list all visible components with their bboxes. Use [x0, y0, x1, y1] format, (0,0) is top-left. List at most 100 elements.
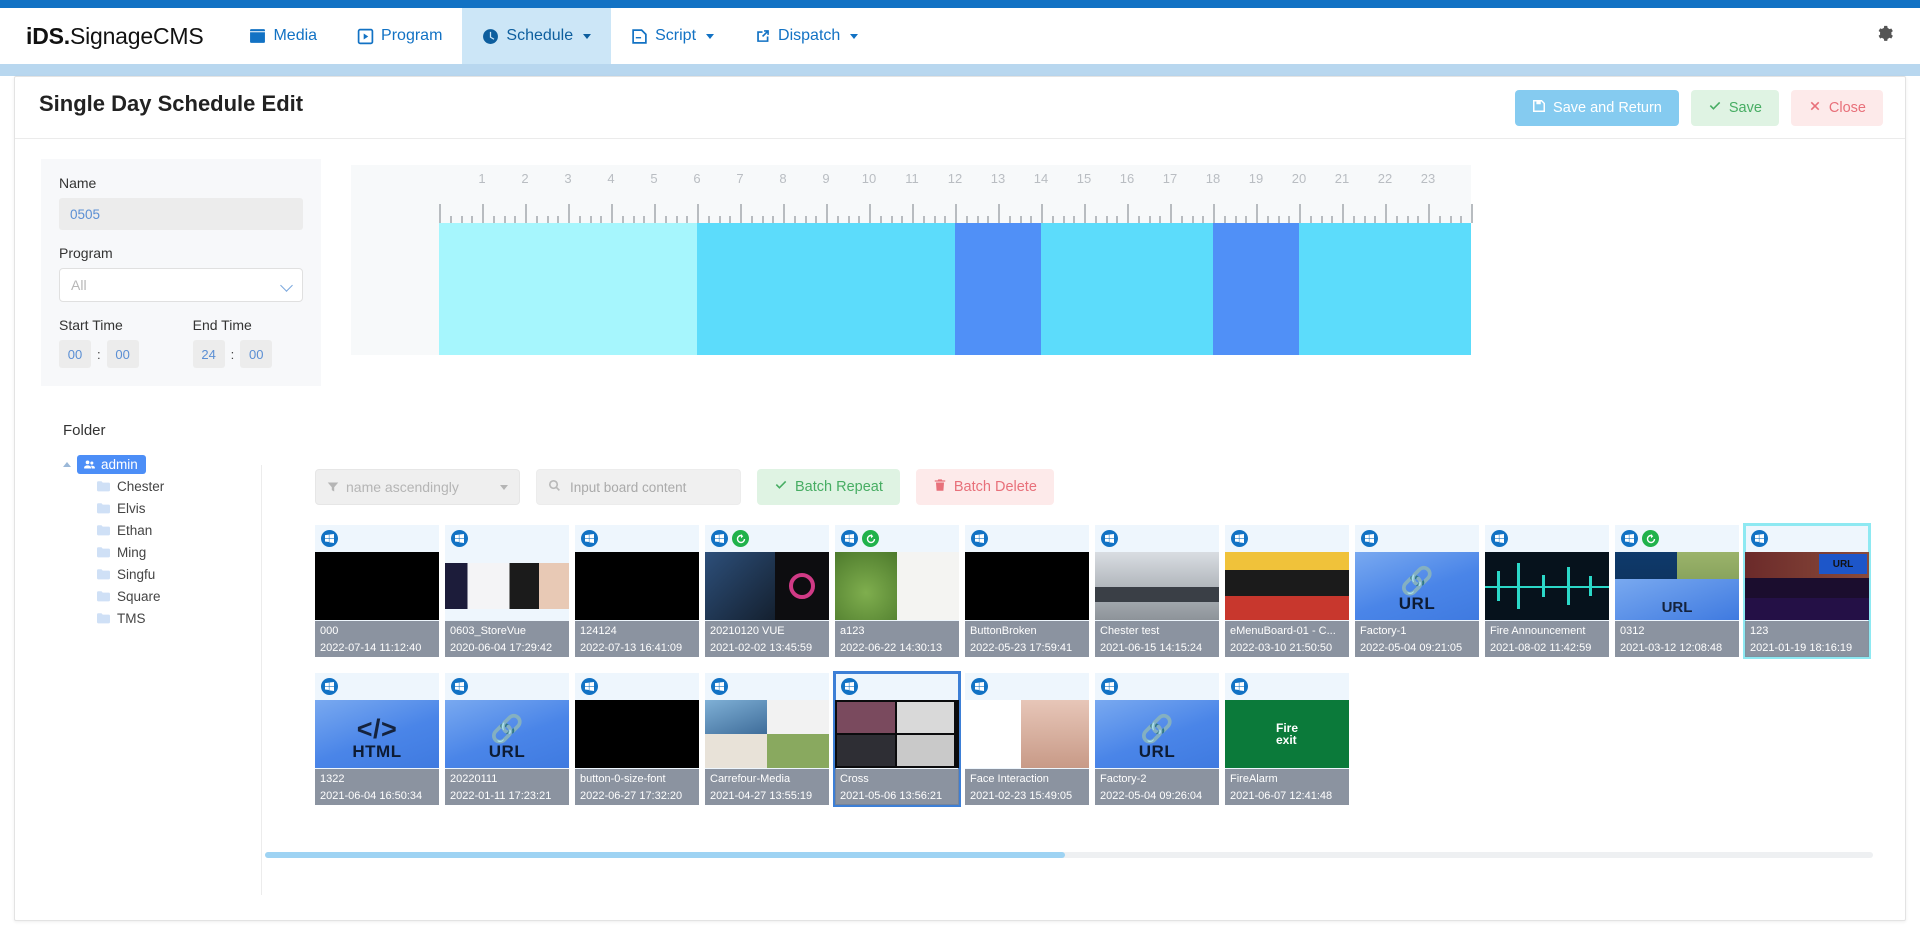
- media-thumbnail[interactable]: 0603_StoreVue2020-06-04 17:29:42: [445, 525, 569, 657]
- windows-badge-icon: [1361, 530, 1378, 547]
- batch-delete-button[interactable]: Batch Delete: [916, 469, 1054, 505]
- folder-item-admin[interactable]: admin: [77, 455, 146, 474]
- ruler-tick-minor: [1267, 216, 1269, 223]
- media-date: 2022-05-04 09:21:05: [1360, 640, 1474, 657]
- timeline-segment[interactable]: [697, 223, 955, 355]
- caret-up-icon[interactable]: [63, 462, 71, 467]
- media-icon: [249, 28, 266, 45]
- ruler-hour-label: 3: [564, 171, 571, 186]
- save-button[interactable]: Save: [1691, 90, 1779, 126]
- program-select[interactable]: All: [59, 268, 303, 302]
- timeline-segment[interactable]: [1041, 223, 1213, 355]
- timeline-segment[interactable]: [1213, 223, 1299, 355]
- program-label: Program: [59, 245, 303, 261]
- name-input[interactable]: 0505: [59, 198, 303, 230]
- media-thumbnail[interactable]: ButtonBroken2022-05-23 17:59:41: [965, 525, 1089, 657]
- folder-label-chester: Chester: [117, 479, 164, 494]
- media-thumbnail[interactable]: Fire Announcement2021-08-02 11:42:59: [1485, 525, 1609, 657]
- media-thumbnail[interactable]: Chester test2021-06-15 14:15:24: [1095, 525, 1219, 657]
- media-thumbnail[interactable]: FireexitFireAlarm2021-06-07 12:41:48: [1225, 673, 1349, 805]
- media-thumbnail[interactable]: URL03122021-03-12 12:08:48: [1615, 525, 1739, 657]
- media-thumbnail[interactable]: 1241242022-07-13 16:41:09: [575, 525, 699, 657]
- media-thumbnail[interactable]: a1232022-06-22 14:30:13: [835, 525, 959, 657]
- media-thumbnail[interactable]: 🔗URLFactory-12022-05-04 09:21:05: [1355, 525, 1479, 657]
- brand-logo[interactable]: iDS.SignageCMS: [0, 8, 229, 64]
- ruler-tick-minor: [686, 216, 688, 223]
- ruler-tick-minor: [848, 216, 850, 223]
- media-thumbnail[interactable]: Carrefour-Media2021-04-27 13:55:19: [705, 673, 829, 805]
- folder-item-ming[interactable]: Ming: [63, 543, 273, 561]
- folder-item-singfu[interactable]: Singfu: [63, 565, 273, 583]
- folder-icon: [97, 569, 110, 580]
- media-date: 2021-03-12 12:08:48: [1620, 640, 1734, 657]
- end-hour-input[interactable]: 24: [193, 340, 225, 368]
- ruler-tick-minor: [837, 216, 839, 223]
- ruler-hour-label: 14: [1034, 171, 1048, 186]
- horizontal-scrollbar-track[interactable]: [265, 852, 1873, 858]
- timeline-segment[interactable]: [1299, 223, 1471, 355]
- end-minute-input[interactable]: 00: [240, 340, 272, 368]
- media-thumbnail[interactable]: 🔗URLFactory-22022-05-04 09:26:04: [1095, 673, 1219, 805]
- media-thumbnail-meta: Chester test2021-06-15 14:15:24: [1095, 621, 1219, 657]
- media-thumbnail[interactable]: 🔗URL202201112022-01-11 17:23:21: [445, 673, 569, 805]
- folder-label-square: Square: [117, 589, 161, 604]
- ruler-tick-minor: [1138, 216, 1140, 223]
- save-label: Save: [1729, 100, 1762, 116]
- main-navbar: iDS.SignageCMS Media Program Schedule: [0, 8, 1920, 64]
- ruler-tick-minor: [815, 216, 817, 223]
- folder-tree-root-row[interactable]: admin: [63, 455, 273, 473]
- timeline-segment[interactable]: [955, 223, 1041, 355]
- folder-label-admin: admin: [101, 457, 138, 472]
- ruler-tick-major: [998, 204, 1000, 223]
- timeline[interactable]: 1234567891011121314151617181920212223: [351, 165, 1471, 357]
- ruler-tick-minor: [1063, 216, 1065, 223]
- media-thumbnail[interactable]: URL1232021-01-19 18:16:19: [1745, 525, 1869, 657]
- media-toolbar: name ascendingly Input board content Bat…: [315, 467, 1880, 507]
- timeline-bars[interactable]: [351, 223, 1471, 355]
- nav-item-script[interactable]: Script: [611, 8, 734, 64]
- ruler-tick-minor: [977, 216, 979, 223]
- folder-item-square[interactable]: Square: [63, 587, 273, 605]
- windows-badge-icon: [1231, 530, 1248, 547]
- search-placeholder: Input board content: [570, 480, 686, 495]
- ruler-tick-major: [1127, 204, 1129, 223]
- media-thumbnail[interactable]: button-0-size-font2022-06-27 17:32:20: [575, 673, 699, 805]
- ruler-tick-major: [611, 204, 613, 223]
- ruler-tick-minor: [1321, 216, 1323, 223]
- media-thumbnail[interactable]: </>HTML13222021-06-04 16:50:34: [315, 673, 439, 805]
- end-time-group: End Time 24 : 00: [193, 317, 273, 368]
- ruler-tick-minor: [880, 216, 882, 223]
- nav-item-dispatch[interactable]: Dispatch: [734, 8, 878, 64]
- ruler-tick-minor: [719, 216, 721, 223]
- folder-item-chester[interactable]: Chester: [63, 477, 273, 495]
- start-minute-input[interactable]: 00: [107, 340, 139, 368]
- media-thumbnail[interactable]: 0002022-07-14 11:12:40: [315, 525, 439, 657]
- nav-item-program[interactable]: Program: [337, 8, 462, 64]
- ruler-tick-minor: [1439, 216, 1441, 223]
- close-button[interactable]: Close: [1791, 90, 1883, 126]
- close-label: Close: [1829, 100, 1866, 116]
- save-and-return-button[interactable]: Save and Return: [1515, 90, 1679, 126]
- sort-select[interactable]: name ascendingly: [315, 469, 520, 505]
- folder-icon: [97, 525, 110, 536]
- batch-repeat-button[interactable]: Batch Repeat: [757, 469, 900, 505]
- timeline-segment[interactable]: [439, 223, 697, 355]
- horizontal-scrollbar-thumb[interactable]: [265, 852, 1065, 858]
- folder-item-tms[interactable]: TMS: [63, 609, 273, 627]
- ruler-tick-minor: [944, 216, 946, 223]
- gear-icon[interactable]: [1875, 24, 1894, 48]
- search-input[interactable]: Input board content: [536, 469, 741, 505]
- media-date: 2022-03-10 21:50:50: [1230, 640, 1344, 657]
- media-thumbnail[interactable]: Cross2021-05-06 13:56:21: [835, 673, 959, 805]
- folder-item-elvis[interactable]: Elvis: [63, 499, 273, 517]
- media-name: 000: [320, 623, 434, 640]
- media-thumbnail-art: [575, 552, 699, 620]
- media-thumbnail[interactable]: 20210120 VUE2021-02-02 13:45:59: [705, 525, 829, 657]
- media-thumbnail[interactable]: Face Interaction2021-02-23 15:49:05: [965, 673, 1089, 805]
- nav-item-schedule[interactable]: Schedule: [462, 8, 611, 64]
- folder-item-ethan[interactable]: Ethan: [63, 521, 273, 539]
- start-hour-input[interactable]: 00: [59, 340, 91, 368]
- folder-icon: [97, 547, 110, 558]
- media-thumbnail[interactable]: eMenuBoard-01 - C...2022-03-10 21:50:50: [1225, 525, 1349, 657]
- nav-item-media[interactable]: Media: [229, 8, 337, 64]
